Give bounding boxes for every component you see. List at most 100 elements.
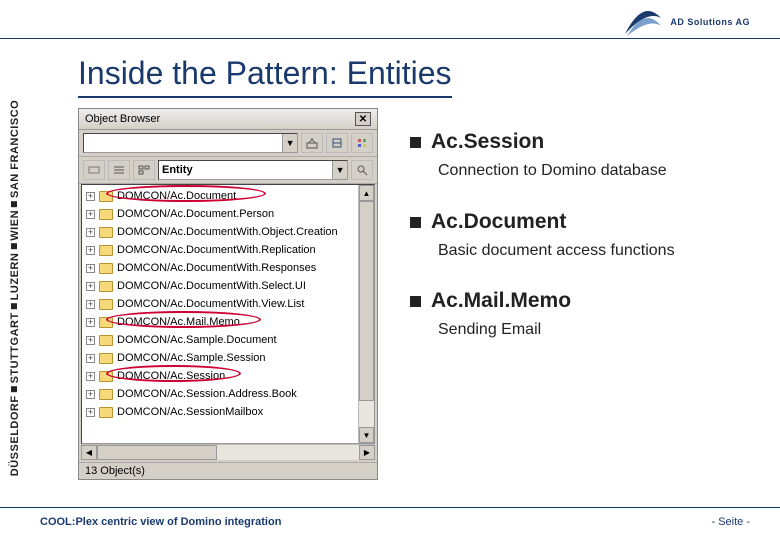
bullet-desc: Sending Email bbox=[438, 319, 740, 341]
folder-icon bbox=[99, 299, 113, 310]
tree-item-label: DOMCON/Ac.Document.Person bbox=[117, 208, 274, 220]
folder-icon bbox=[99, 317, 113, 328]
scroll-right-icon[interactable]: ▶ bbox=[359, 445, 375, 460]
toolbar-btn-3[interactable] bbox=[351, 133, 373, 153]
status-bar: 13 Object(s) bbox=[79, 462, 377, 479]
tree-item[interactable]: + DOMCON/Ac.Document bbox=[82, 187, 374, 205]
toolbar-btn-1[interactable] bbox=[301, 133, 323, 153]
bullet-square-icon bbox=[410, 137, 421, 148]
tree-item-label: DOMCON/Ac.DocumentWith.View.List bbox=[117, 298, 304, 310]
bullet-desc: Connection to Domino database bbox=[438, 160, 740, 182]
chevron-down-icon[interactable]: ▼ bbox=[282, 134, 297, 152]
folder-icon bbox=[99, 245, 113, 256]
type-toolbar: ▼ bbox=[79, 157, 377, 184]
folder-icon bbox=[99, 227, 113, 238]
tree-item[interactable]: + DOMCON/Ac.DocumentWith.Object.Creation bbox=[82, 223, 374, 241]
folder-icon bbox=[99, 353, 113, 364]
tree-item-label: DOMCON/Ac.DocumentWith.Replication bbox=[117, 244, 316, 256]
folder-icon bbox=[99, 407, 113, 418]
tree-item-label: DOMCON/Ac.SessionMailbox bbox=[117, 406, 263, 418]
expand-icon[interactable]: + bbox=[86, 336, 95, 345]
bullet-square-icon bbox=[410, 296, 421, 307]
object-browser-panel: Object Browser ✕ ▼ ▼ + DOMCON/Ac.Document… bbox=[78, 108, 378, 480]
type-combo[interactable]: ▼ bbox=[158, 160, 348, 180]
tree-item[interactable]: + DOMCON/Ac.Sample.Session bbox=[82, 349, 374, 367]
panel-title: Object Browser bbox=[85, 113, 160, 125]
cities-text: DÜSSELDORFSTUTTGARTLUZERNWIENSAN FRANCIS… bbox=[9, 100, 21, 476]
expand-icon[interactable]: + bbox=[86, 246, 95, 255]
folder-icon bbox=[99, 191, 113, 202]
tree-view[interactable]: + DOMCON/Ac.Document + DOMCON/Ac.Document.P… bbox=[81, 184, 375, 444]
scroll-thumb-h[interactable] bbox=[97, 445, 217, 460]
tree-item-label: DOMCON/Ac.DocumentWith.Responses bbox=[117, 262, 316, 274]
expand-icon[interactable]: + bbox=[86, 228, 95, 237]
folder-icon bbox=[99, 209, 113, 220]
tree-item-label: DOMCON/Ac.DocumentWith.Object.Creation bbox=[117, 226, 338, 238]
tree-item-label: DOMCON/Ac.Sample.Document bbox=[117, 334, 277, 346]
type-field[interactable] bbox=[159, 161, 332, 179]
expand-icon[interactable]: + bbox=[86, 318, 95, 327]
bullet-list: Ac.SessionConnection to Domino databaseA… bbox=[410, 130, 740, 369]
footer-right: - Seite - bbox=[711, 516, 750, 528]
bullet-item: Ac.DocumentBasic document access functio… bbox=[410, 210, 740, 262]
tree-item-label: DOMCON/Ac.Session.Address.Book bbox=[117, 388, 297, 400]
filter-toolbar: ▼ bbox=[79, 130, 377, 157]
tree-item[interactable]: + DOMCON/Ac.DocumentWith.View.List bbox=[82, 295, 374, 313]
bullet-item: Ac.Mail.Memo Sending Email bbox=[410, 289, 740, 341]
filter-combo[interactable]: ▼ bbox=[83, 133, 298, 153]
tree-item-label: DOMCON/Ac.Sample.Session bbox=[117, 352, 266, 364]
bullet-desc: Basic document access functions bbox=[438, 240, 740, 262]
expand-icon[interactable]: + bbox=[86, 354, 95, 363]
toolbar-btn-2[interactable] bbox=[326, 133, 348, 153]
scrollbar-horizontal[interactable]: ◀ ▶ bbox=[81, 444, 375, 460]
slide-title: Inside the Pattern: Entities bbox=[78, 55, 452, 98]
scroll-left-icon[interactable]: ◀ bbox=[81, 445, 97, 460]
scroll-up-icon[interactable]: ▲ bbox=[359, 185, 374, 201]
logo-text: AD Solutions AG bbox=[670, 17, 750, 27]
tree-item[interactable]: + DOMCON/Ac.Session bbox=[82, 367, 374, 385]
tree-item[interactable]: + DOMCON/Ac.Sample.Document bbox=[82, 331, 374, 349]
footer-left: COOL:Plex centric view of Domino integra… bbox=[40, 516, 281, 528]
filter-input[interactable] bbox=[84, 134, 282, 152]
folder-icon bbox=[99, 263, 113, 274]
folder-icon bbox=[99, 335, 113, 346]
tree-item-label: DOMCON/Ac.Session bbox=[117, 370, 225, 382]
expand-icon[interactable]: + bbox=[86, 408, 95, 417]
expand-icon[interactable]: + bbox=[86, 300, 95, 309]
view-btn-3[interactable] bbox=[133, 160, 155, 180]
chevron-down-icon[interactable]: ▼ bbox=[332, 161, 347, 179]
expand-icon[interactable]: + bbox=[86, 210, 95, 219]
brand-logo: AD Solutions AG bbox=[622, 4, 750, 40]
bullet-square-icon bbox=[410, 217, 421, 228]
panel-titlebar: Object Browser ✕ bbox=[79, 109, 377, 130]
search-icon[interactable] bbox=[351, 160, 373, 180]
tree-item[interactable]: + DOMCON/Ac.DocumentWith.Replication bbox=[82, 241, 374, 259]
scrollbar-vertical[interactable]: ▲ ▼ bbox=[358, 185, 374, 443]
tree-item-label: DOMCON/Ac.DocumentWith.Select.UI bbox=[117, 280, 306, 292]
bullet-item: Ac.Session Connection to Domino database bbox=[410, 130, 740, 182]
cities-sidebar: DÜSSELDORFSTUTTGARTLUZERNWIENSAN FRANCIS… bbox=[4, 40, 26, 536]
close-icon[interactable]: ✕ bbox=[355, 112, 371, 126]
logo-swoosh-icon bbox=[622, 4, 664, 40]
view-btn-2[interactable] bbox=[108, 160, 130, 180]
expand-icon[interactable]: + bbox=[86, 390, 95, 399]
expand-icon[interactable]: + bbox=[86, 282, 95, 291]
folder-icon bbox=[99, 371, 113, 382]
bullet-title: Ac.Session bbox=[431, 130, 544, 154]
scroll-down-icon[interactable]: ▼ bbox=[359, 427, 374, 443]
expand-icon[interactable]: + bbox=[86, 372, 95, 381]
scroll-thumb[interactable] bbox=[359, 201, 374, 401]
expand-icon[interactable]: + bbox=[86, 264, 95, 273]
tree-item-label: DOMCON/Ac.Mail.Memo bbox=[117, 316, 240, 328]
tree-item[interactable]: + DOMCON/Ac.DocumentWith.Select.UI bbox=[82, 277, 374, 295]
tree-item[interactable]: + DOMCON/Ac.Session.Address.Book bbox=[82, 385, 374, 403]
tree-item[interactable]: + DOMCON/Ac.Mail.Memo bbox=[82, 313, 374, 331]
tree-item[interactable]: + DOMCON/Ac.SessionMailbox bbox=[82, 403, 374, 421]
bullet-title: Ac.Mail.Memo bbox=[431, 289, 571, 313]
tree-item[interactable]: + DOMCON/Ac.Document.Person bbox=[82, 205, 374, 223]
tree-item-label: DOMCON/Ac.Document bbox=[117, 190, 236, 202]
view-btn-1[interactable] bbox=[83, 160, 105, 180]
folder-icon bbox=[99, 281, 113, 292]
tree-item[interactable]: + DOMCON/Ac.DocumentWith.Responses bbox=[82, 259, 374, 277]
expand-icon[interactable]: + bbox=[86, 192, 95, 201]
